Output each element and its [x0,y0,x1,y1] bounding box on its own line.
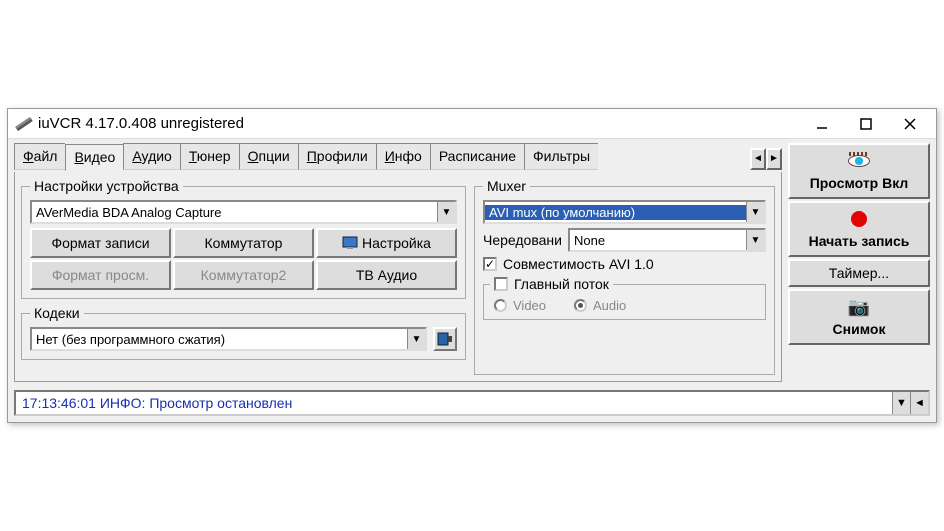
preview-button[interactable]: Просмотр Вкл [788,143,930,199]
main-stream-legend: Главный поток [514,276,609,292]
avi-compat-checkbox[interactable]: ✓ [483,257,497,271]
tab-video[interactable]: Видео [65,144,123,171]
tab-filters[interactable]: Фильтры [524,143,598,170]
commutator2-button: Коммутатор2 [173,260,314,290]
tab-schedule[interactable]: Расписание [430,143,524,170]
device-select[interactable]: AVerMedia BDA Analog Capture ▼ [30,200,457,224]
status-dropdown-button[interactable]: ▼ [892,392,910,414]
close-icon [904,118,916,130]
snapshot-button[interactable]: 📷 Снимок [788,289,930,345]
record-format-button[interactable]: Формат записи [30,228,171,258]
interleave-select[interactable]: None ▼ [568,228,766,252]
record-button[interactable]: Начать запись [788,201,930,257]
radio-icon [494,299,507,312]
interleave-label: Чередовани [483,232,562,248]
dropdown-arrow-icon: ▼ [746,202,764,222]
dropdown-arrow-icon: ▼ [746,230,764,250]
device-settings-legend: Настройки устройства [30,178,183,194]
codec-select[interactable]: Нет (без программного сжатия) ▼ [30,327,427,351]
main-stream-group: ✓ Главный поток Video Audio [483,276,766,320]
timer-button[interactable]: Таймер... [788,259,930,287]
dropdown-arrow-icon: ▼ [437,202,455,222]
maximize-icon [860,118,872,130]
device-select-value: AVerMedia BDA Analog Capture [32,205,437,220]
status-scroll-button[interactable]: ◄ [910,392,928,414]
eye-icon [848,155,870,167]
tab-bar: Файл Видео Аудио Тюнер Опции Профили Инф… [14,143,782,170]
view-format-button: Формат просм. [30,260,171,290]
tab-options[interactable]: Опции [239,143,298,170]
radio-video: Video [494,298,546,313]
tab-tuner[interactable]: Тюнер [180,143,239,170]
muxer-select-value: AVI mux (по умолчанию) [485,205,746,220]
tab-scroll-right[interactable]: ► [766,148,782,170]
codecs-group: Кодеки Нет (без программного сжатия) ▼ [21,305,466,360]
interleave-select-value: None [570,233,746,248]
minimize-icon [816,118,828,130]
radio-icon [574,299,587,312]
settings-button[interactable]: Настройка [316,228,457,258]
app-icon [14,117,34,131]
app-window: iuVCR 4.17.0.408 unregistered Файл Видео… [7,108,937,423]
tab-body: Настройки устройства AVerMedia BDA Analo… [14,172,782,382]
main-stream-checkbox[interactable]: ✓ [494,277,508,291]
device-settings-group: Настройки устройства AVerMedia BDA Analo… [21,178,466,299]
status-bar: 17:13:46:01 ИНФО: Просмотр остановлен ▼ … [14,390,930,416]
titlebar: iuVCR 4.17.0.408 unregistered [8,109,936,139]
codecs-legend: Кодеки [30,305,84,321]
tv-audio-button[interactable]: ТВ Аудио [316,260,457,290]
tab-profiles[interactable]: Профили [298,143,376,170]
tab-scroll-left[interactable]: ◄ [750,148,766,170]
dropdown-arrow-icon: ▼ [407,329,425,349]
config-icon [437,332,453,346]
monitor-icon [342,236,358,250]
maximize-button[interactable] [844,110,888,138]
tab-audio[interactable]: Аудио [123,143,180,170]
radio-audio: Audio [574,298,626,313]
record-icon [851,211,867,227]
minimize-button[interactable] [800,110,844,138]
tab-file[interactable]: Файл [14,143,65,170]
avi-compat-label: Совместимость AVI 1.0 [503,256,654,272]
commutator-button[interactable]: Коммутатор [173,228,314,258]
codec-config-button[interactable] [433,327,457,351]
window-title: iuVCR 4.17.0.408 unregistered [38,115,800,132]
codec-select-value: Нет (без программного сжатия) [32,332,407,347]
close-button[interactable] [888,110,932,138]
muxer-legend: Muxer [483,178,530,194]
tab-info[interactable]: Инфо [376,143,430,170]
camera-icon: 📷 [848,297,870,317]
muxer-select[interactable]: AVI mux (по умолчанию) ▼ [483,200,766,224]
muxer-group: Muxer AVI mux (по умолчанию) ▼ Чередован… [474,178,775,375]
status-message: 17:13:46:01 ИНФО: Просмотр остановлен [16,395,892,411]
